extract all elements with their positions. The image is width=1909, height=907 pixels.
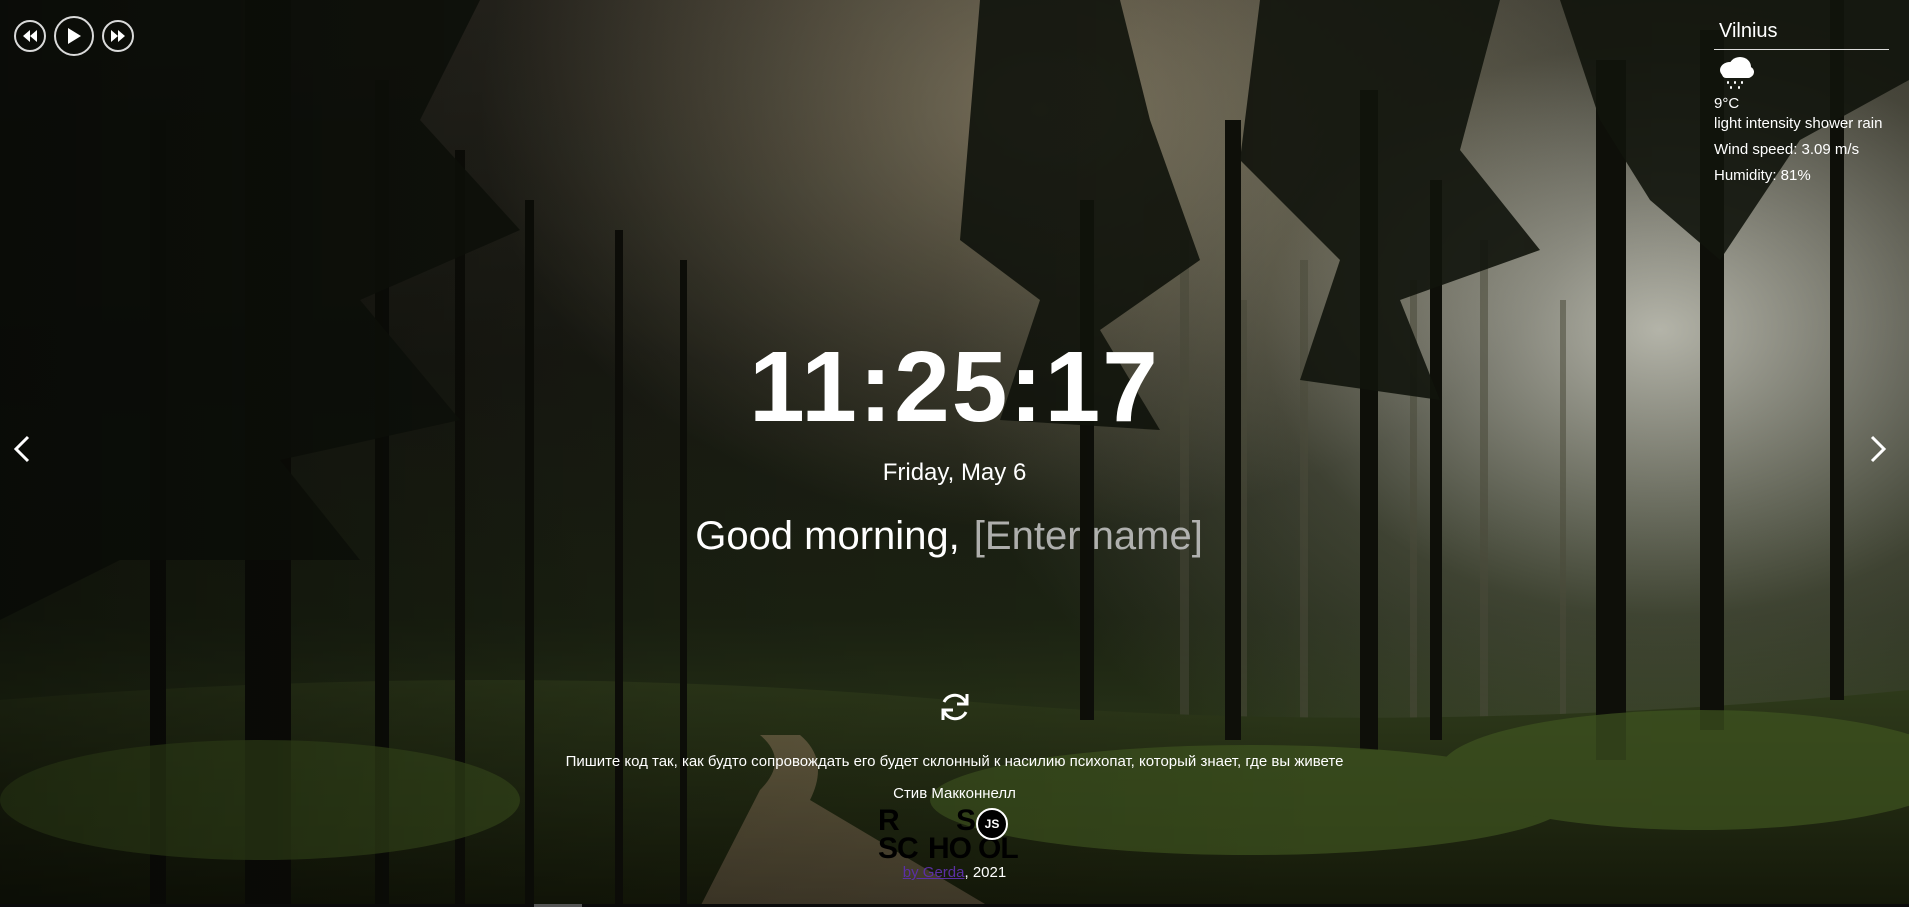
copyright: by Gerda, 2021 bbox=[0, 864, 1909, 881]
play-icon bbox=[68, 28, 81, 44]
city-input[interactable] bbox=[1714, 18, 1889, 50]
js-badge: JS bbox=[976, 808, 1008, 840]
play-next-button[interactable] bbox=[102, 20, 134, 52]
change-quote-button[interactable] bbox=[938, 690, 972, 729]
fast-forward-icon bbox=[111, 30, 125, 42]
audio-player bbox=[14, 16, 134, 56]
logo-letter: SC bbox=[878, 832, 919, 865]
play-button[interactable] bbox=[54, 16, 94, 56]
name-input[interactable] bbox=[973, 514, 1214, 559]
clock-date: Friday, May 6 bbox=[882, 459, 1027, 486]
rain-cloud-icon bbox=[1720, 57, 1754, 89]
logo-letter: HO bbox=[928, 832, 972, 865]
weather-wind: Wind speed: 3.09 m/s bbox=[1714, 141, 1860, 158]
background-image bbox=[0, 0, 1909, 907]
weather-widget: 9°C light intensity shower rain Wind spe… bbox=[1714, 18, 1894, 186]
copyright-year: , 2021 bbox=[964, 864, 1007, 881]
rewind-icon bbox=[23, 30, 37, 42]
github-link[interactable]: by Gerda bbox=[903, 864, 965, 881]
clock-time: 11:25:17 bbox=[749, 331, 1160, 443]
quote-text: Пишите код так, как будто сопровождать е… bbox=[565, 753, 1344, 770]
rs-school-logo[interactable]: R S SC HO OL JS bbox=[878, 806, 1030, 864]
refresh-icon bbox=[941, 693, 969, 721]
weather-temperature: 9°C bbox=[1714, 95, 1740, 112]
weather-description: light intensity shower rain bbox=[1714, 115, 1883, 132]
quote-author: Стив Макконнелл bbox=[893, 785, 1016, 802]
play-prev-button[interactable] bbox=[14, 20, 46, 52]
greeting-container: Good morning, bbox=[0, 514, 1909, 559]
page: 9°C light intensity shower rain Wind spe… bbox=[0, 0, 1909, 907]
weather-humidity: Humidity: 81% bbox=[1714, 167, 1811, 184]
greeting-text: Good morning, bbox=[695, 514, 960, 558]
